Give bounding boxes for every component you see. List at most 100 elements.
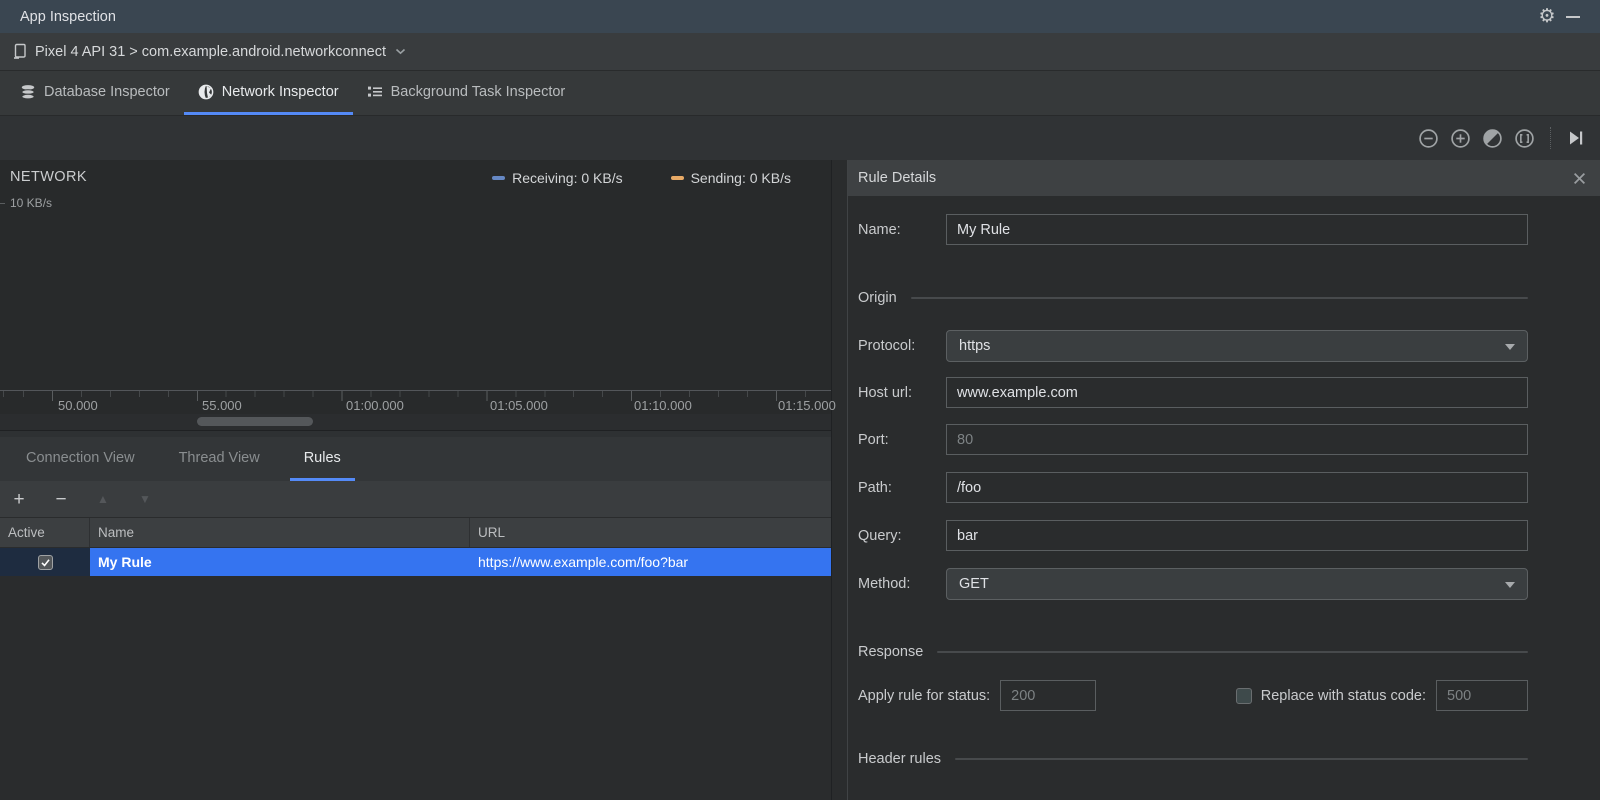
network-timeline-chart[interactable]: NETWORK 10 KB/s Receiving: 0 KB/s Sendin… <box>0 160 831 390</box>
port-input[interactable] <box>946 424 1528 455</box>
column-header-active[interactable]: Active <box>0 518 90 547</box>
replace-status-input[interactable] <box>1436 680 1528 711</box>
tab-database-inspector[interactable]: Database Inspector <box>6 71 184 115</box>
gear-icon[interactable]: ⚙ <box>1534 4 1560 30</box>
rules-table-header: Active Name URL <box>0 518 831 548</box>
reset-zoom-icon[interactable] <box>1482 128 1503 149</box>
view-tab-bar: Connection View Thread View Rules <box>0 437 831 481</box>
task-list-icon <box>367 86 382 97</box>
timeline-toolbar <box>0 116 1600 160</box>
tab-network-inspector[interactable]: Network Inspector <box>183 71 353 115</box>
database-icon <box>21 84 35 99</box>
remove-rule-button[interactable]: − <box>52 490 70 509</box>
origin-section: Origin <box>858 290 1528 306</box>
chevron-down-icon <box>1505 582 1515 588</box>
column-header-url[interactable]: URL <box>470 518 831 547</box>
pane-divider <box>0 430 831 437</box>
host-label: Host url: <box>858 384 912 401</box>
rules-toolbar: + − ▲ ▼ <box>0 481 831 518</box>
status-row: Apply rule for status: Replace with stat… <box>858 680 1528 711</box>
move-up-button[interactable]: ▲ <box>94 493 112 505</box>
rule-details-header: Rule Details <box>848 160 1600 197</box>
go-live-icon[interactable] <box>1566 128 1586 148</box>
rule-active-checkbox[interactable] <box>37 554 53 570</box>
apply-status-input[interactable] <box>1000 680 1097 711</box>
tab-label: Network Inspector <box>221 83 339 100</box>
table-row[interactable]: My Rule https://www.example.com/foo?bar <box>0 548 831 576</box>
zoom-in-icon[interactable] <box>1450 128 1471 149</box>
tab-label: Background Task Inspector <box>390 83 566 100</box>
path-input[interactable] <box>946 472 1528 503</box>
header-rules-section: Header rules <box>858 751 1528 767</box>
panel-title: Rule Details <box>858 170 937 186</box>
table-empty-area <box>0 576 831 800</box>
name-input[interactable] <box>946 214 1528 245</box>
scrollbar-thumb[interactable] <box>197 417 313 426</box>
protocol-row: Protocol: https <box>858 330 1528 362</box>
timeline-scrollbar <box>0 414 831 430</box>
device-process-selector[interactable]: Pixel 4 API 31 > com.example.android.net… <box>0 33 1600 71</box>
port-label: Port: <box>858 431 889 448</box>
legend-sending: Sending: 0 KB/s <box>670 170 791 186</box>
chart-title: NETWORK <box>10 169 87 185</box>
main-area: NETWORK 10 KB/s Receiving: 0 KB/s Sendin… <box>0 160 1600 800</box>
tab-rules[interactable]: Rules <box>289 437 355 481</box>
check-icon <box>40 558 50 567</box>
move-down-button[interactable]: ▼ <box>136 493 154 505</box>
add-rule-button[interactable]: + <box>10 490 28 509</box>
y-axis-label: 10 KB/s <box>10 196 53 210</box>
axis-label: 01:05.000 <box>490 398 548 413</box>
path-row: Path: <box>858 472 1528 503</box>
rule-url-cell: https://www.example.com/foo?bar <box>470 548 831 576</box>
zoom-to-selection-icon[interactable] <box>1514 128 1535 149</box>
protocol-label: Protocol: <box>858 338 916 354</box>
close-icon[interactable] <box>1573 172 1586 185</box>
globe-icon <box>198 84 214 99</box>
method-row: Method: GET <box>858 568 1528 600</box>
host-input[interactable] <box>946 377 1528 408</box>
rule-active-cell <box>0 548 90 576</box>
titlebar: App Inspection ⚙ <box>0 0 1600 33</box>
replace-status-label: Replace with status code: <box>1260 687 1426 704</box>
rule-details-pane: Rule Details Name: Origin Protocol: <box>832 160 1600 800</box>
host-row: Host url: <box>858 377 1528 408</box>
method-dropdown[interactable]: GET <box>946 568 1528 600</box>
query-label: Query: <box>858 527 902 544</box>
port-row: Port: <box>858 424 1528 455</box>
zoom-out-icon[interactable] <box>1418 128 1439 149</box>
axis-label: 01:00.000 <box>346 398 404 413</box>
rule-name-cell: My Rule <box>90 548 470 576</box>
query-input[interactable] <box>946 520 1528 551</box>
legend-receiving: Receiving: 0 KB/s <box>492 170 623 186</box>
tab-label: Database Inspector <box>44 83 170 100</box>
y-axis-tick <box>0 203 5 204</box>
name-label: Name: <box>858 221 901 238</box>
major-ticks <box>0 391 831 401</box>
network-pane: NETWORK 10 KB/s Receiving: 0 KB/s Sendin… <box>0 160 836 800</box>
phone-icon <box>14 43 26 59</box>
replace-status-checkbox[interactable] <box>1235 687 1252 704</box>
time-axis: 50.000 55.000 01:00.000 01:05.000 01:10.… <box>0 390 836 414</box>
method-label: Method: <box>858 576 911 592</box>
tab-connection-view[interactable]: Connection View <box>12 437 149 481</box>
protocol-dropdown[interactable]: https <box>946 330 1528 362</box>
axis-label: 01:10.000 <box>634 398 692 413</box>
name-row: Name: <box>858 214 1528 245</box>
query-row: Query: <box>858 520 1528 551</box>
sending-swatch <box>670 176 684 180</box>
minimize-icon[interactable] <box>1560 4 1586 30</box>
axis-label: 50.000 <box>58 398 98 413</box>
chart-legend: Receiving: 0 KB/s Sending: 0 KB/s <box>492 170 791 186</box>
chevron-down-icon <box>1505 344 1515 350</box>
inspector-tab-bar: Database Inspector Network Inspector Bac… <box>0 71 1600 116</box>
path-label: Path: <box>858 479 892 496</box>
response-section: Response <box>858 644 1528 660</box>
toolbar-separator <box>1550 127 1551 149</box>
chevron-down-icon <box>395 48 406 55</box>
column-header-name[interactable]: Name <box>90 518 470 547</box>
axis-label: 55.000 <box>202 398 242 413</box>
rule-details-form: Name: Origin Protocol: https Host url: <box>848 197 1600 767</box>
apply-status-label: Apply rule for status: <box>858 687 991 704</box>
tab-background-task-inspector[interactable]: Background Task Inspector <box>353 71 580 115</box>
tab-thread-view[interactable]: Thread View <box>165 437 274 481</box>
